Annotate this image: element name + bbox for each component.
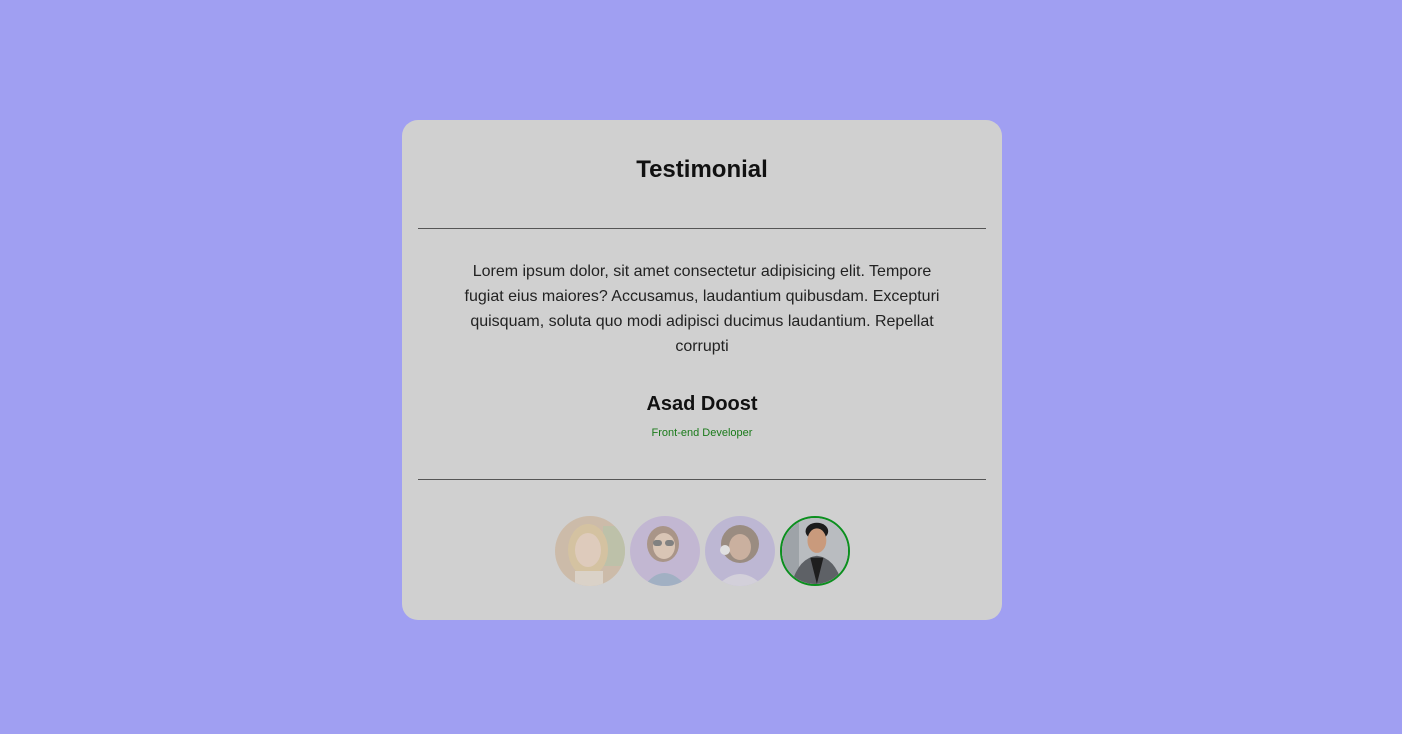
testimonial-card: Testimonial Lorem ipsum dolor, sit amet … xyxy=(402,120,1002,620)
testimonial-heading: Testimonial xyxy=(636,156,768,183)
author-name: Asad Doost xyxy=(646,393,758,415)
avatar-2-photo xyxy=(630,516,700,586)
avatar-1-photo xyxy=(555,516,625,586)
top-divider xyxy=(418,228,986,229)
avatar-selector xyxy=(555,516,850,586)
testimonial-quote: Lorem ipsum dolor, sit amet consectetur … xyxy=(464,263,940,355)
avatar-4[interactable] xyxy=(780,516,850,586)
bottom-divider xyxy=(418,479,986,480)
author-role: Front-end Developer xyxy=(651,427,753,439)
avatar-2[interactable] xyxy=(630,516,700,586)
avatar-3[interactable] xyxy=(705,516,775,586)
avatar-4-photo xyxy=(782,518,848,584)
avatar-1[interactable] xyxy=(555,516,625,586)
avatar-3-photo xyxy=(705,516,775,586)
